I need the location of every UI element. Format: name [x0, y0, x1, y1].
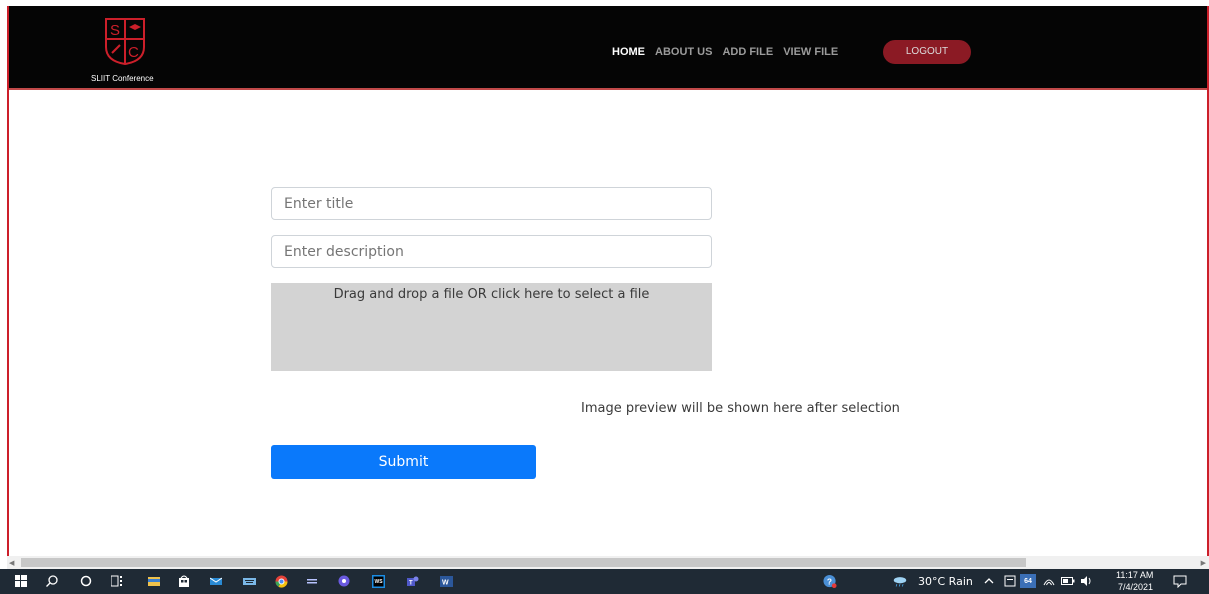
help-icon[interactable]: ? [823, 574, 837, 588]
logo-caption: SLIIT Conference [91, 74, 154, 83]
main-nav: HOME ABOUT US ADD FILE VIEW FILE [612, 46, 838, 58]
mail-icon[interactable] [209, 574, 223, 588]
nav-home[interactable]: HOME [612, 46, 645, 58]
search-icon[interactable] [45, 574, 59, 588]
sliit-logo[interactable]: S C [104, 17, 146, 65]
wifi-icon[interactable] [1042, 574, 1056, 588]
title-input[interactable] [271, 187, 712, 220]
word-icon[interactable]: W [439, 574, 453, 588]
badge-count[interactable]: 64 [1020, 574, 1036, 588]
logout-button[interactable]: LOGOUT [883, 40, 971, 64]
nav-add-file[interactable]: ADD FILE [722, 46, 773, 58]
file-explorer-icon[interactable] [147, 574, 161, 588]
page-border-left [7, 6, 9, 556]
weather-rain-icon [893, 574, 907, 588]
clock-date[interactable]: 7/4/2021 [1118, 582, 1153, 592]
svg-text:S: S [110, 22, 120, 39]
webstorm-icon[interactable]: WS [371, 574, 385, 588]
volume-icon[interactable] [1080, 574, 1094, 588]
app-icon-2[interactable] [337, 574, 351, 588]
app-icon[interactable] [305, 574, 319, 588]
battery-icon[interactable] [1061, 574, 1075, 588]
nav-about-us[interactable]: ABOUT US [655, 46, 712, 58]
store-icon[interactable] [177, 574, 191, 588]
tray-expand-icon[interactable] [982, 574, 996, 588]
task-view-icon[interactable] [110, 574, 124, 588]
teams-icon[interactable]: T [405, 574, 419, 588]
svg-text:T: T [409, 580, 413, 586]
chrome-icon[interactable] [274, 574, 288, 588]
clock-time[interactable]: 11:17 AM [1116, 570, 1153, 580]
horizontal-scrollbar[interactable]: ◀ ▶ [7, 556, 1209, 569]
scroll-left-arrow-icon[interactable]: ◀ [9, 559, 14, 567]
image-preview-placeholder: Image preview will be shown here after s… [581, 401, 900, 416]
notification-center-icon[interactable] [1173, 574, 1187, 588]
scroll-thumb[interactable] [21, 558, 1026, 567]
description-input[interactable] [271, 235, 712, 268]
svg-text:C: C [128, 44, 139, 61]
svg-text:WS: WS [374, 579, 383, 585]
browser-viewport: S C SLIIT Conference HOME ABOUT US ADD F… [0, 0, 1209, 594]
weather-text[interactable]: 30°C Rain [918, 575, 973, 588]
tray-app-icon[interactable] [1003, 574, 1017, 588]
cortana-icon[interactable] [79, 574, 93, 588]
submit-button[interactable]: Submit [271, 445, 536, 479]
svg-text:?: ? [827, 576, 832, 586]
windows-start-icon[interactable] [14, 574, 28, 588]
nav-view-file[interactable]: VIEW FILE [783, 46, 838, 58]
keyboard-icon[interactable] [242, 574, 256, 588]
file-dropzone[interactable]: Drag and drop a file OR click here to se… [271, 283, 712, 371]
navbar: S C SLIIT Conference HOME ABOUT US ADD F… [7, 6, 1209, 90]
svg-text:W: W [442, 579, 449, 586]
scroll-right-arrow-icon[interactable]: ▶ [1201, 559, 1206, 567]
windows-taskbar: WS T W ? 30°C Rain 64 11:17 AM 7/4/2021 [0, 569, 1209, 594]
